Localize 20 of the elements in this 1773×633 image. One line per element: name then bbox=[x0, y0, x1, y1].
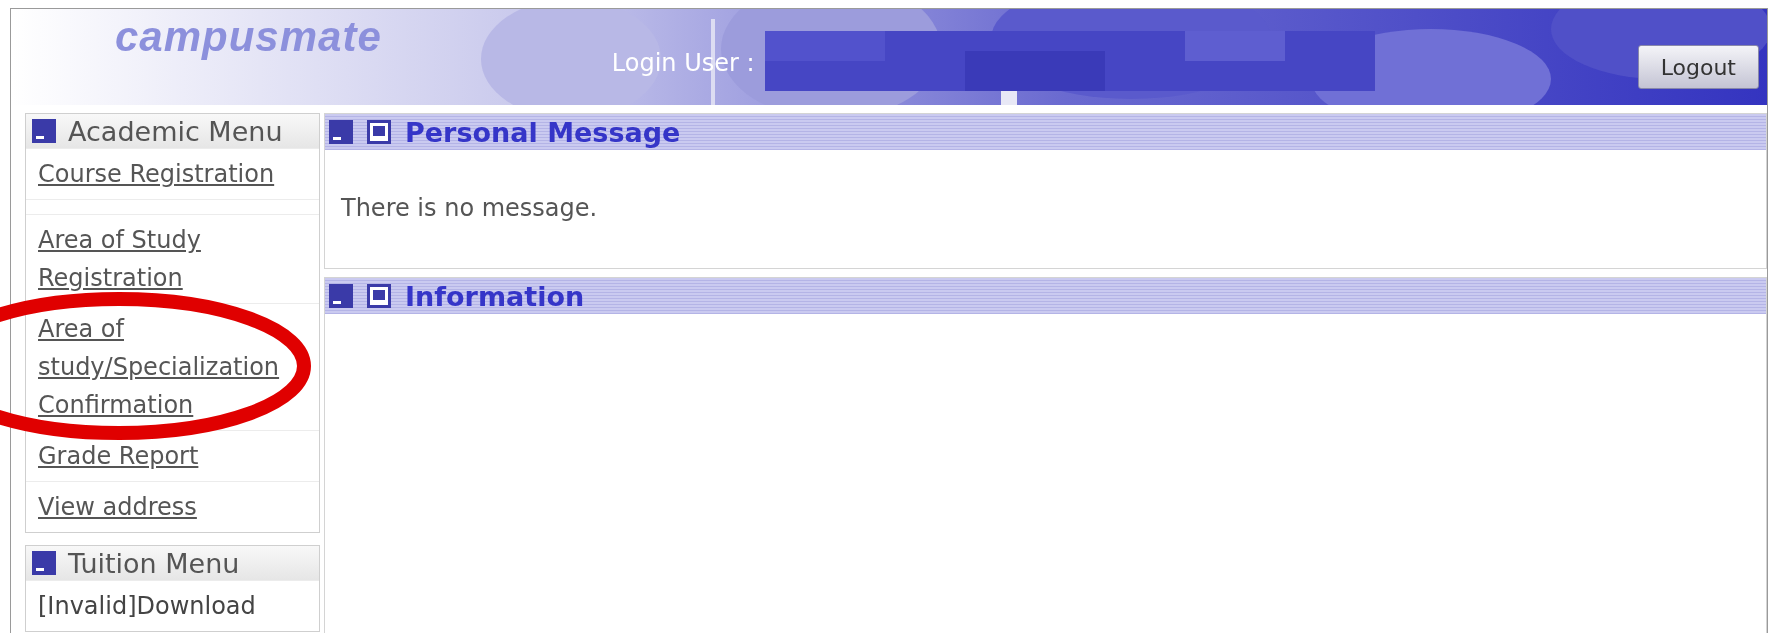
menu-link[interactable]: View address bbox=[38, 488, 307, 526]
panel-title: Personal Message bbox=[405, 116, 681, 148]
menu-link[interactable]: Course Registration bbox=[38, 155, 307, 193]
menu-link[interactable]: Area of Study Registration bbox=[38, 221, 307, 297]
menu-link[interactable]: Grade Report bbox=[38, 437, 307, 475]
menu-item: [Invalid]Download bbox=[38, 591, 257, 622]
panel-title: Information bbox=[405, 280, 585, 312]
logo: campusmate bbox=[115, 13, 382, 61]
message-text: There is no message. bbox=[341, 194, 598, 222]
menu-title: Academic Menu bbox=[68, 115, 283, 147]
menu-link[interactable]: Area of study/Specialization Confirmation bbox=[38, 310, 307, 424]
menu-title: Tuition Menu bbox=[68, 547, 240, 579]
minimize-icon[interactable] bbox=[329, 284, 353, 308]
logout-button[interactable]: Logout bbox=[1637, 45, 1759, 89]
minimize-icon[interactable] bbox=[32, 551, 56, 575]
minimize-icon[interactable] bbox=[32, 119, 56, 143]
window-icon[interactable] bbox=[367, 284, 391, 308]
login-label: Login User : bbox=[611, 49, 755, 77]
minimize-icon[interactable] bbox=[329, 120, 353, 144]
window-icon[interactable] bbox=[367, 120, 391, 144]
